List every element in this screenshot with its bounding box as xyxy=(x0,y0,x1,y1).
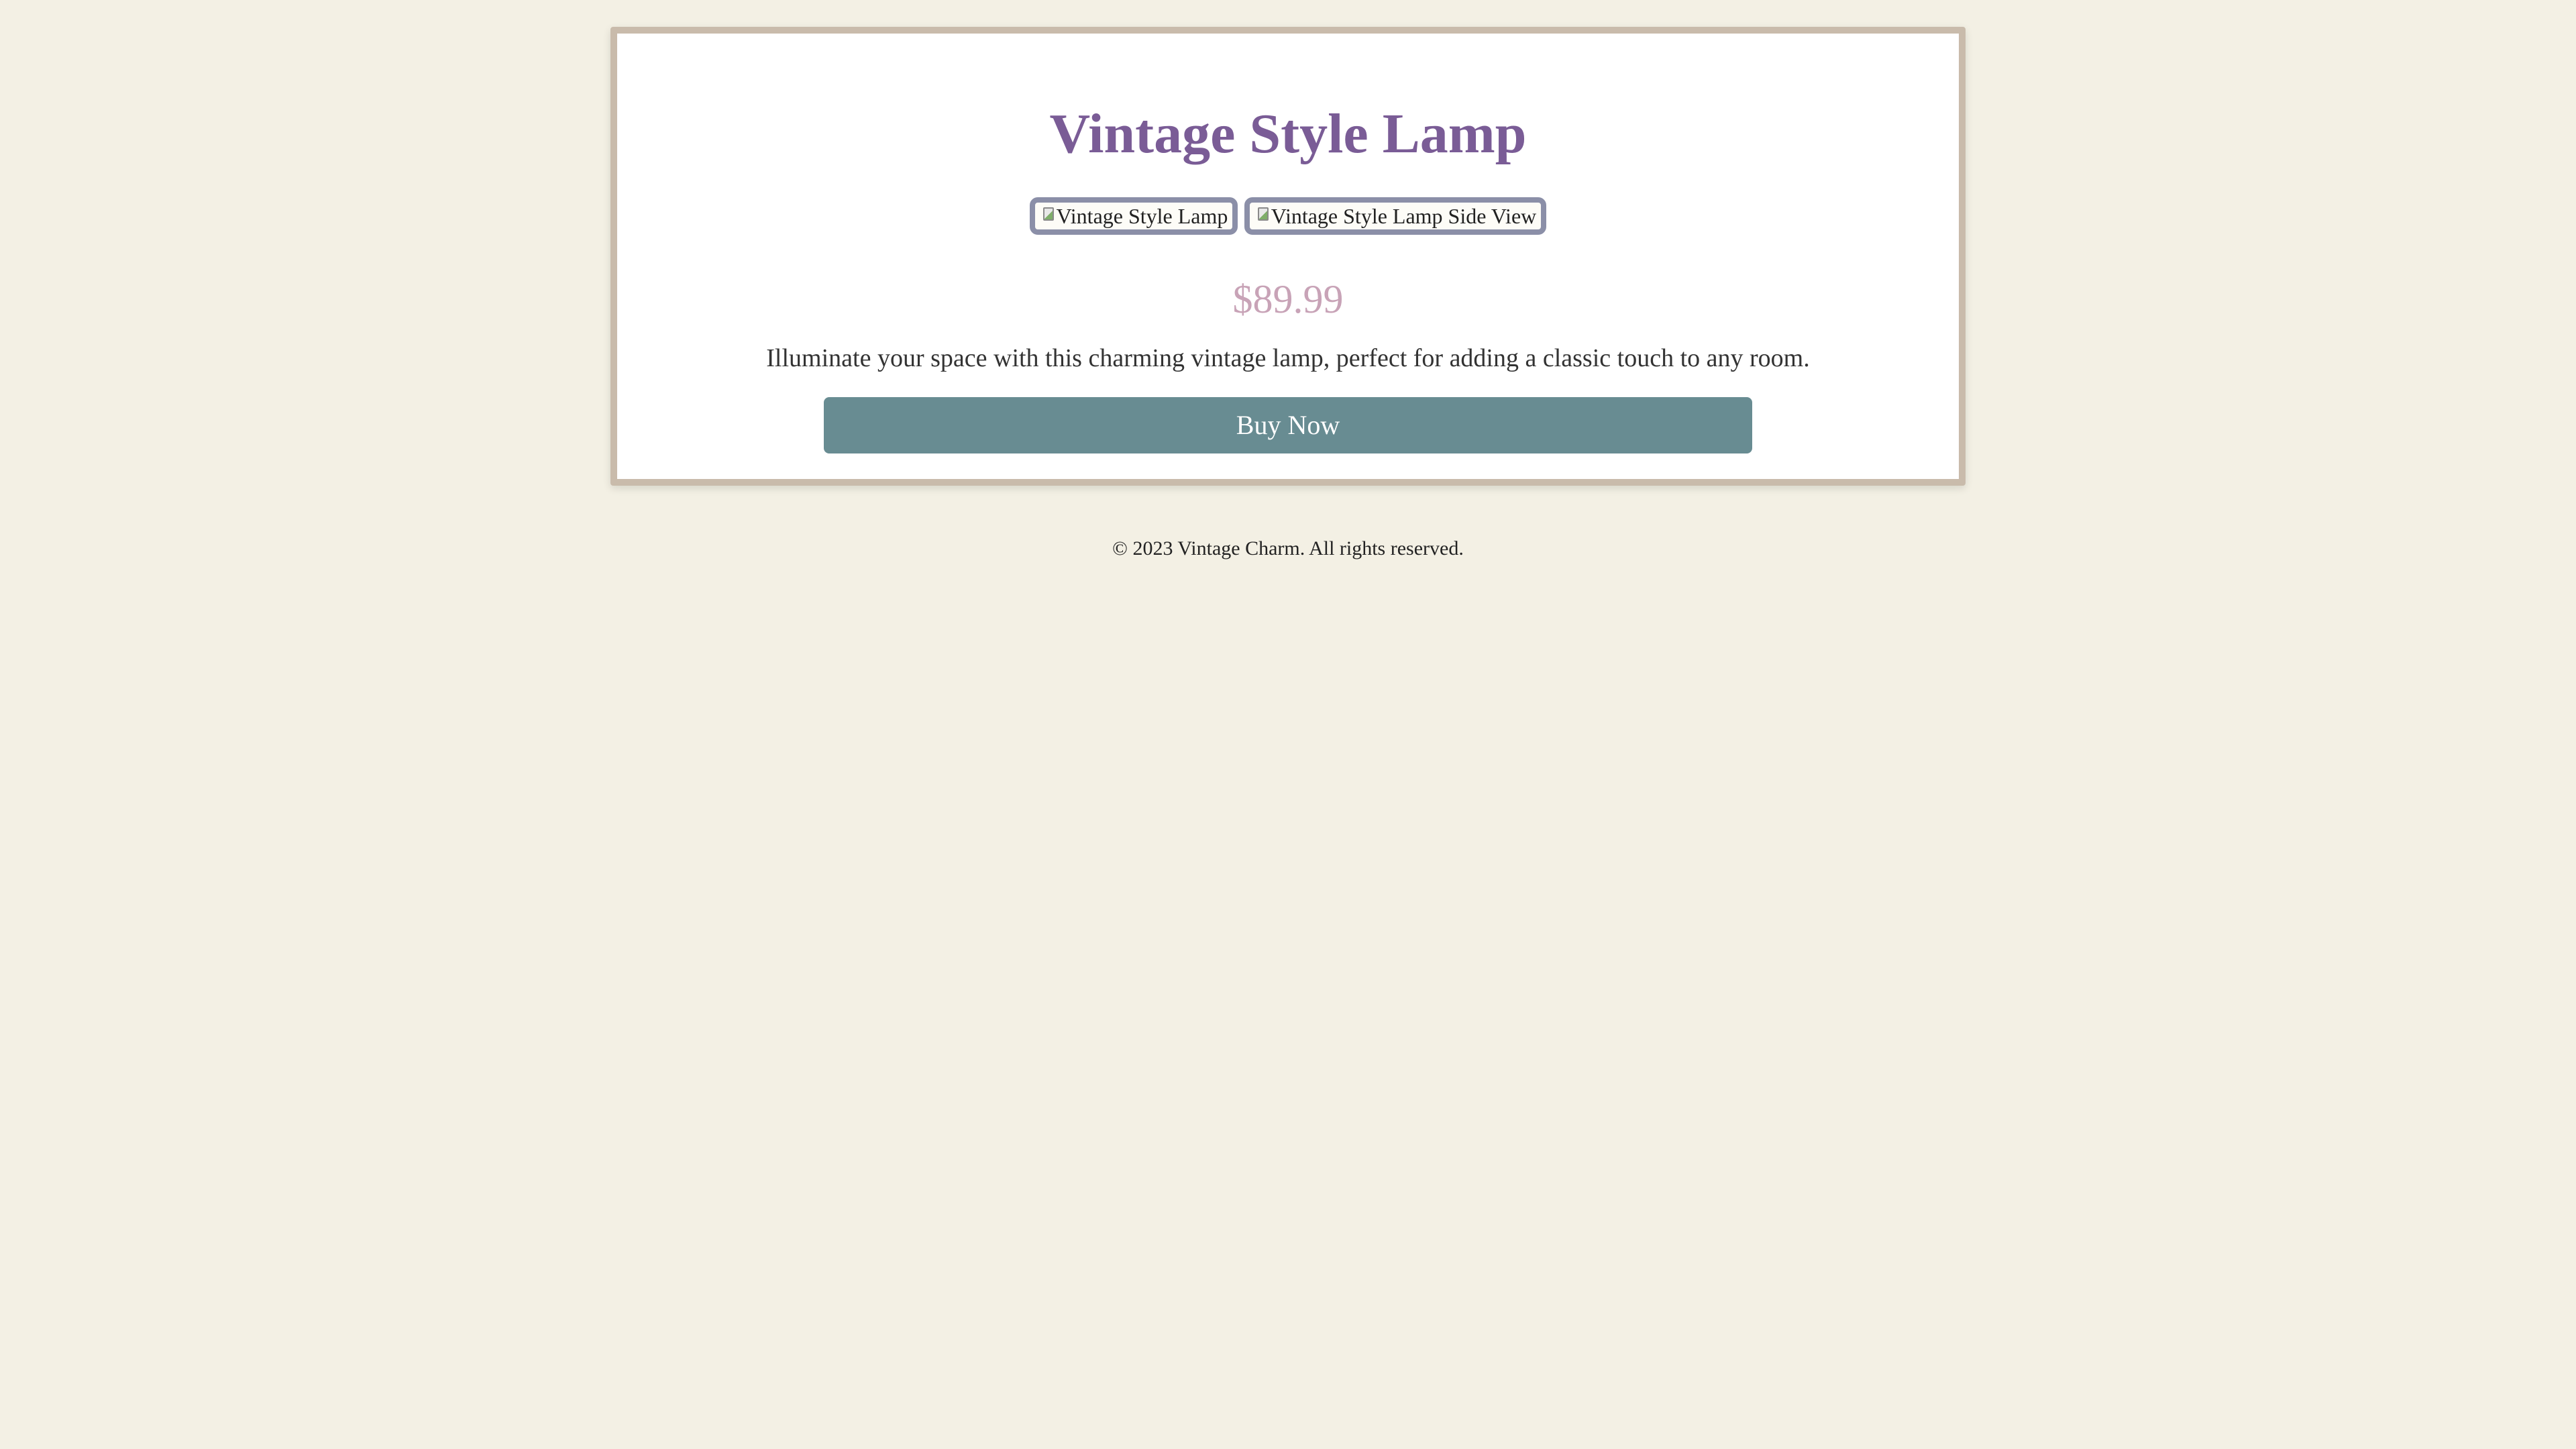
product-image-main[interactable]: Vintage Style Lamp xyxy=(1030,197,1238,235)
product-description: Illuminate your space with this charming… xyxy=(766,344,1810,372)
broken-image-icon xyxy=(1042,206,1057,223)
footer-copyright: © 2023 Vintage Charm. All rights reserve… xyxy=(1112,537,1464,559)
product-image-side[interactable]: Vintage Style Lamp Side View xyxy=(1244,197,1546,235)
image-alt-text: Vintage Style Lamp xyxy=(1056,204,1228,228)
product-title: Vintage Style Lamp xyxy=(1049,103,1527,165)
product-gallery: Vintage Style Lamp Vintage Style Lamp Si… xyxy=(617,197,1959,235)
broken-image-icon xyxy=(1256,206,1271,223)
image-alt-text: Vintage Style Lamp Side View xyxy=(1271,204,1537,228)
product-price: $89.99 xyxy=(1232,277,1344,321)
product-card: Vintage Style Lamp Vintage Style Lamp Vi… xyxy=(610,27,1966,486)
buy-now-button[interactable]: Buy Now xyxy=(824,397,1752,453)
